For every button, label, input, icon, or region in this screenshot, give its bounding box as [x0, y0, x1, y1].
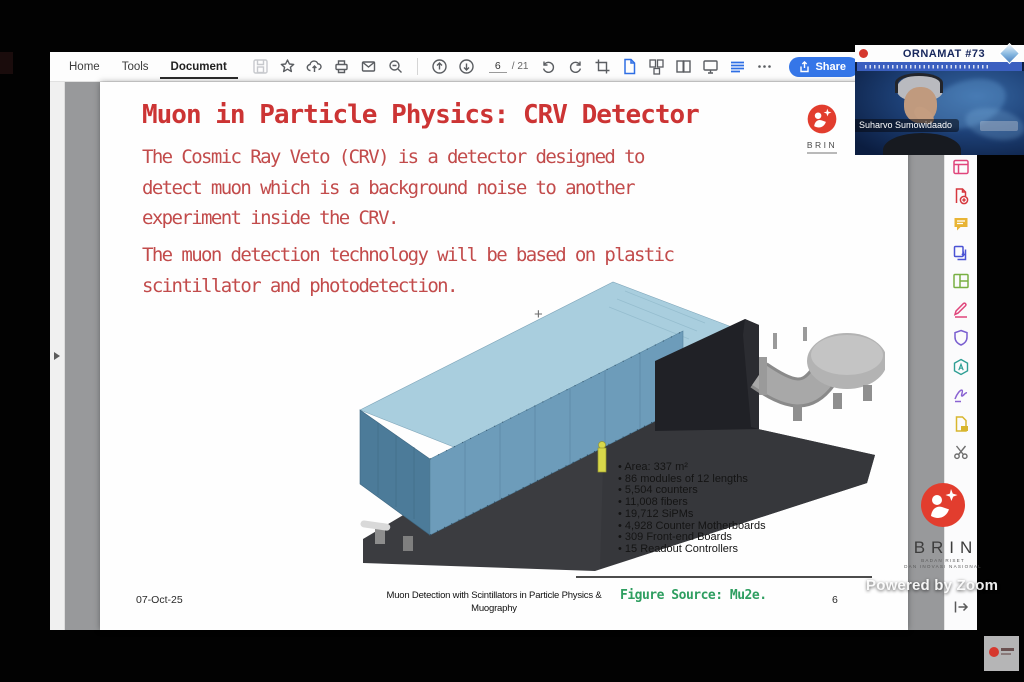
slide-brin-logo: BRIN [800, 104, 844, 154]
footer-date: 07-Oct-25 [136, 594, 183, 606]
participant-silhouette [883, 133, 961, 156]
collapse-panel-icon[interactable] [952, 598, 970, 616]
page-number-input[interactable]: 6 [489, 60, 507, 73]
document-area: Muon in Particle Physics: CRV Detector B… [50, 82, 977, 630]
page-total-label: / 21 [512, 61, 529, 72]
footer-title: Muon Detection with Scintillators in Par… [362, 590, 626, 615]
slide-page-number: 6 [832, 594, 838, 606]
slide-title: Muon in Particle Physics: CRV Detector [142, 100, 699, 130]
slide-brin-label: BRIN [800, 140, 844, 150]
presentation-icon[interactable] [702, 58, 719, 75]
tab-home[interactable]: Home [58, 54, 111, 79]
convert-pdf-icon[interactable] [952, 415, 970, 433]
organize-pages-icon[interactable] [648, 58, 665, 75]
brin-wordmark: BRIN [888, 538, 998, 558]
pdf-page[interactable]: Muon in Particle Physics: CRV Detector B… [100, 82, 908, 630]
mini-participant-tile[interactable] [984, 636, 1019, 671]
video-tile-controls[interactable] [980, 121, 1018, 131]
more-tools-icon[interactable] [756, 58, 773, 75]
combine-files-icon[interactable] [952, 272, 970, 290]
email-icon[interactable] [360, 58, 377, 75]
detector-spec-list: Area: 337 m² 86 modules of 12 lengths 5,… [618, 462, 766, 556]
print-icon[interactable] [333, 58, 350, 75]
comment-icon[interactable] [952, 215, 970, 233]
create-pdf-icon[interactable] [952, 187, 970, 205]
screen-edge-artifact [0, 52, 13, 74]
headset-icon [895, 73, 943, 93]
page-down-icon[interactable] [458, 58, 475, 75]
mouse-cursor-crosshair: + [534, 306, 543, 323]
export-pdf-icon[interactable] [952, 244, 970, 262]
pdf-viewer-window: Home Tools Document 6 / 21 [50, 52, 977, 630]
save-icon[interactable] [252, 58, 269, 75]
redo-icon[interactable] [567, 58, 584, 75]
list-item: 15 Readout Controllers [618, 544, 766, 556]
undo-icon[interactable] [540, 58, 557, 75]
expand-panel-arrow-icon[interactable] [54, 352, 60, 360]
snip-icon[interactable] [952, 443, 970, 461]
share-button[interactable]: Share [789, 57, 859, 77]
webinar-title: ORNAMAT #73 [868, 48, 1020, 60]
participant-name-tag: Suharvo Sumowidaado [855, 119, 959, 133]
single-page-icon[interactable] [621, 58, 638, 75]
brin-logo-icon [920, 482, 966, 528]
ai-assistant-icon[interactable] [952, 358, 970, 376]
left-panel-rail[interactable] [50, 82, 65, 630]
tab-document[interactable]: Document [160, 54, 238, 79]
page-indicator: 6 / 21 [489, 60, 529, 73]
tab-tools[interactable]: Tools [111, 54, 160, 79]
webinar-subtitle-strip [857, 62, 1022, 71]
list-item: Area: 337 m² [618, 462, 766, 474]
page-layout-icon[interactable] [952, 158, 970, 176]
powered-by-zoom-badge: Powered by Zoom [866, 577, 998, 594]
protect-icon[interactable] [952, 329, 970, 347]
cloud-upload-icon[interactable] [306, 58, 323, 75]
two-page-view-icon[interactable] [675, 58, 692, 75]
zoom-shared-screen: Home Tools Document 6 / 21 [0, 0, 1024, 682]
footer-divider [576, 576, 872, 578]
brin-mini-logo-icon [989, 647, 999, 657]
pdf-toolbar: Home Tools Document 6 / 21 [50, 52, 977, 82]
fill-sign-icon[interactable] [952, 301, 970, 319]
page-up-icon[interactable] [431, 58, 448, 75]
list-item: 19,712 SiPMs [618, 509, 766, 521]
brin-mini-logo-icon [859, 49, 868, 58]
share-icon [799, 61, 810, 73]
sign-icon[interactable] [952, 386, 970, 404]
brin-watermark: BRIN BADAN RISET DAN INOVASI NASIONAL [888, 482, 998, 570]
crop-icon[interactable] [594, 58, 611, 75]
zoom-search-icon[interactable] [387, 58, 404, 75]
page-margin-left [65, 82, 100, 630]
toolbar-divider [417, 58, 418, 75]
slide-brin-subtext [807, 152, 837, 154]
mini-tile-text [1001, 648, 1014, 651]
line-reading-mode-icon[interactable] [729, 58, 746, 75]
figure-source-label: Figure Source: Mu2e. [620, 588, 767, 603]
participant-video-tile[interactable]: ORNAMAT #73 Suharvo Sumowidaado [855, 45, 1024, 155]
brin-subtitle: DAN INOVASI NASIONAL [888, 564, 998, 570]
slide-paragraph-1: The Cosmic Ray Veto (CRV) is a detector … [142, 142, 644, 234]
mini-tile-text [1001, 653, 1011, 655]
brin-logo-icon [807, 104, 837, 134]
share-button-label: Share [815, 61, 846, 73]
participant-video-frame: Suharvo Sumowidaado [855, 71, 1024, 156]
star-icon[interactable] [279, 58, 296, 75]
